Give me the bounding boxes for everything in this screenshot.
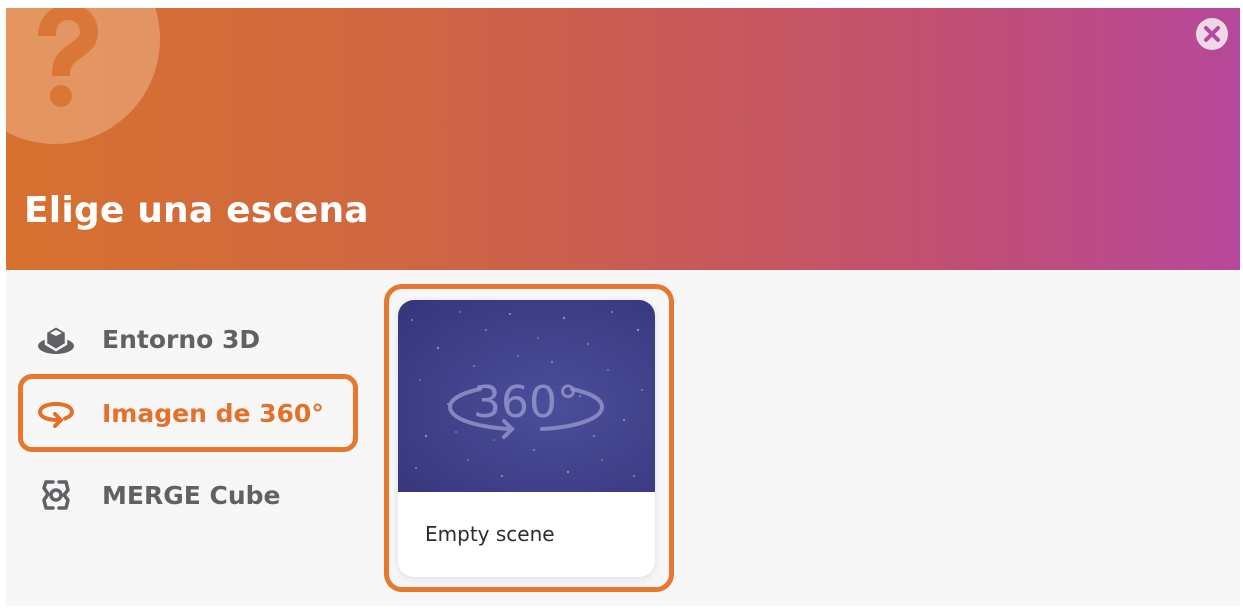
sidebar-item-label: Imagen de 360° (102, 398, 324, 428)
rotate-360-icon (36, 393, 76, 433)
rotate-360-icon: 360° (411, 311, 643, 478)
question-mark-icon (38, 8, 98, 107)
sidebar-item-merge-cube[interactable]: MERGE Cube (18, 456, 358, 534)
scene-label: Empty scene (425, 522, 555, 546)
sidebar-item-label: Entorno 3D (102, 324, 261, 354)
close-button[interactable] (1196, 18, 1228, 50)
cube-3d-icon (36, 319, 76, 359)
scene-picker-dialog: Elige una escena Entorno 3D Imagen de 36… (6, 8, 1240, 606)
close-icon (1204, 26, 1220, 42)
sidebar-item-label: MERGE Cube (102, 480, 281, 510)
sidebar-item-entorno-3d[interactable]: Entorno 3D (18, 300, 358, 378)
scene-card: 360° Empty scene (398, 300, 655, 577)
merge-cube-icon (36, 475, 76, 515)
sidebar-item-imagen-360[interactable]: Imagen de 360° (18, 374, 358, 452)
dialog-header: Elige una escena (6, 8, 1240, 270)
scene-card-empty-scene[interactable]: 360° Empty scene (384, 284, 674, 592)
page-title: Elige una escena (24, 190, 369, 231)
scene-thumbnail: 360° (398, 300, 655, 492)
thumbnail-360-text: 360° (473, 377, 579, 428)
